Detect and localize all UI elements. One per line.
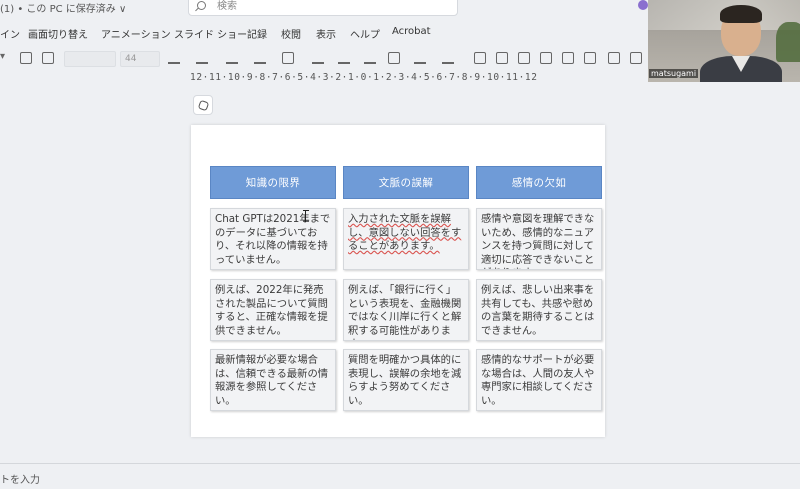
header-context-misunderstanding[interactable]: 文脈の誤解 <box>343 166 469 199</box>
line-spacing-icon[interactable] <box>254 52 266 64</box>
fill-color-icon[interactable] <box>312 52 324 64</box>
tab-transitions[interactable]: 画面切り替え <box>28 26 88 41</box>
align-top-icon[interactable] <box>540 52 552 64</box>
font-color-icon[interactable] <box>168 52 180 64</box>
tab-record[interactable]: 記録 <box>247 26 267 41</box>
cell-r3-c3[interactable]: 感情的なサポートが必要な場合は、人間の友人や専門家に相談してください。 <box>476 349 602 411</box>
participant-name: matsugami <box>649 69 699 78</box>
text-cursor-icon <box>303 210 309 222</box>
arrange-front-icon[interactable] <box>474 52 486 64</box>
rotate-icon[interactable] <box>630 52 642 64</box>
tab-help[interactable]: ヘルプ <box>350 26 380 41</box>
notes-divider <box>0 463 800 464</box>
layout-icon[interactable] <box>42 52 54 64</box>
video-thumbnail[interactable]: matsugami <box>648 0 800 82</box>
tab-design[interactable]: イン <box>0 26 20 41</box>
group-icon[interactable] <box>518 52 530 64</box>
horizontal-ruler: 12·11·10·9·8·7·6·5·4·3·2·1·0·1·2·3·4·5·6… <box>190 72 538 83</box>
font-size-field[interactable]: 44 <box>120 51 160 67</box>
ribbon-tabs: イン 画面切り替え アニメーション スライド ショー 記録 校閲 表示 ヘルプ … <box>0 26 650 44</box>
slide-canvas[interactable]: 知識の限界 文脈の誤解 感情の欠如 Chat GPTは2021年までのデータに基… <box>191 125 605 437</box>
line-weight-icon[interactable] <box>414 52 426 64</box>
distribute-icon[interactable] <box>608 52 620 64</box>
cell-r1-c3[interactable]: 感情や意図を理解できないため、感情的なニュアンスを持つ質問に対して適切に応答でき… <box>476 208 602 270</box>
tab-acrobat[interactable]: Acrobat <box>392 26 431 37</box>
align-middle-icon[interactable] <box>562 52 574 64</box>
numbered-list-icon[interactable] <box>226 52 238 64</box>
search-placeholder: 検索 <box>217 1 237 12</box>
shape-outline-icon[interactable] <box>388 52 400 64</box>
cell-r3-c1[interactable]: 最新情報が必要な場合は、信頼できる最新の情報源を参照してください。 <box>210 349 336 411</box>
font-name-field[interactable] <box>64 51 116 67</box>
columns-icon[interactable] <box>282 52 294 64</box>
cell-r2-c1[interactable]: 例えば、2022年に発売された製品について質問すると、正確な情報を提供できません… <box>210 279 336 341</box>
notes-placeholder[interactable]: トを入力 <box>0 471 40 486</box>
copilot-icon <box>197 99 210 112</box>
dropdown-icon[interactable]: ▾ <box>0 51 5 63</box>
tab-view[interactable]: 表示 <box>316 26 336 41</box>
copilot-button[interactable] <box>193 95 213 115</box>
arrange-back-icon[interactable] <box>496 52 508 64</box>
chart-icon[interactable] <box>20 52 32 64</box>
bullet-list-icon[interactable] <box>196 52 208 64</box>
cell-r2-c3[interactable]: 例えば、悲しい出来事を共有しても、共感や慰めの言葉を期待することはできません。 <box>476 279 602 341</box>
cell-r2-c2[interactable]: 例えば、「銀行に行く」という表現を、金融機関ではなく川岸に行くと解釈する可能性が… <box>343 279 469 341</box>
align-bottom-icon[interactable] <box>584 52 596 64</box>
header-knowledge-limit[interactable]: 知識の限界 <box>210 166 336 199</box>
header-lack-of-emotion[interactable]: 感情の欠如 <box>476 166 602 199</box>
document-title[interactable]: (1) • この PC に保存済み ∨ <box>0 0 126 15</box>
plant-image <box>776 22 800 62</box>
cell-r1-c2-text: 入力された文脈を誤解し、意図しない回答をすることがあります。 <box>348 213 462 253</box>
cell-r1-c1[interactable]: Chat GPTは2021年までのデータに基づいており、それ以降の情報を持ってい… <box>210 208 336 270</box>
tab-slideshow[interactable]: スライド ショー <box>174 26 247 41</box>
align-icon[interactable] <box>442 52 454 64</box>
search-icon <box>197 1 206 10</box>
tab-animations[interactable]: アニメーション <box>101 26 171 41</box>
tab-review[interactable]: 校閲 <box>281 26 301 41</box>
cell-r3-c2[interactable]: 質問を明確かつ具体的に表現し、誤解の余地を減らすよう努めてください。 <box>343 349 469 411</box>
participant-hair <box>720 5 762 23</box>
notification-icon[interactable] <box>638 0 648 10</box>
highlight-icon[interactable] <box>338 52 350 64</box>
cell-r1-c2[interactable]: 入力された文脈を誤解し、意図しない回答をすることがあります。 <box>343 208 469 270</box>
pen-icon[interactable] <box>364 52 376 64</box>
search-input[interactable]: 検索 <box>188 0 458 16</box>
